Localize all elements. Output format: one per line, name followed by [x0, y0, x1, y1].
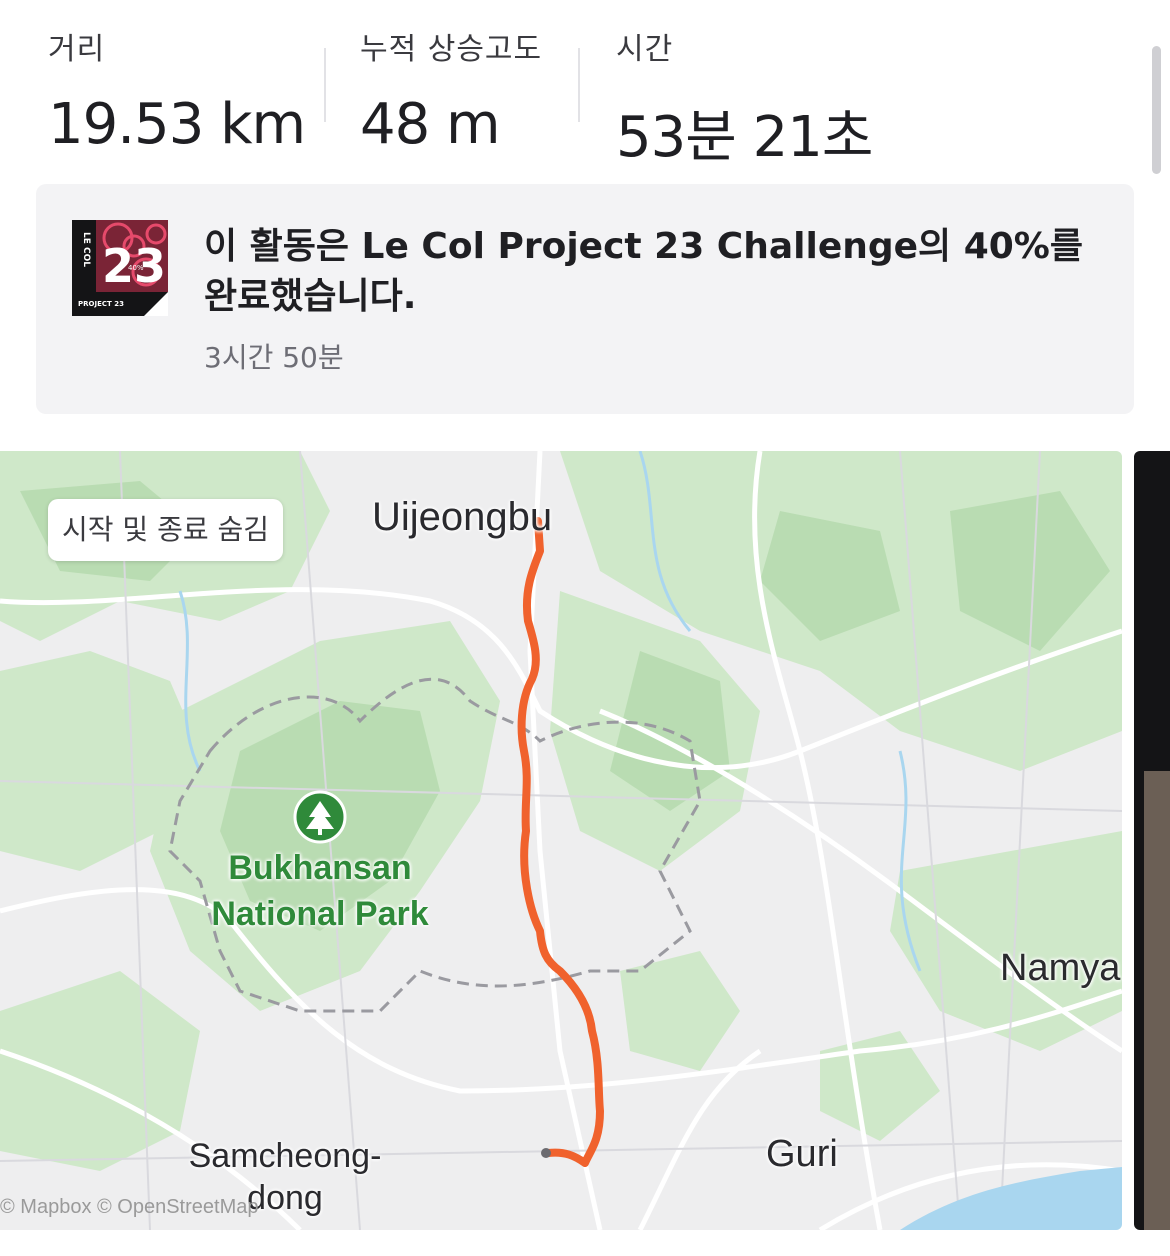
hide-start-end-button[interactable]: 시작 및 종료 숨김 [48, 499, 284, 561]
time-value: 53분 21초 [616, 105, 873, 170]
badge-percent: 40% [128, 264, 144, 272]
elevation-label: 누적 상승고도 [360, 32, 543, 67]
time-label: 시간 [616, 32, 674, 67]
map-label-guri: Guri [766, 1133, 838, 1175]
challenge-time-ago: 3시간 50분 [204, 341, 344, 374]
distance-value: 19.53 km [48, 92, 306, 157]
badge-caption: PROJECT 23 [78, 300, 124, 308]
map-label-uijeongbu: Uijeongbu [372, 495, 553, 539]
activity-stats: 거리 19.53 km 누적 상승고도 48 m 시간 53분 21초 [0, 0, 1170, 174]
stat-divider [578, 48, 580, 122]
photo-preview [1144, 771, 1170, 1230]
time-stat: 시간 53분 21초 [616, 24, 873, 173]
map-label-park: Bukhansan National Park [211, 849, 429, 933]
challenge-title: 이 활동은 Le Col Project 23 Challenge의 40%를 … [204, 226, 1083, 317]
distance-stat: 거리 19.53 km [48, 24, 306, 157]
stat-divider [324, 48, 326, 122]
scrollbar[interactable] [1152, 46, 1161, 174]
next-photo-thumbnail[interactable] [1134, 451, 1170, 1230]
elevation-value: 48 m [360, 92, 501, 157]
badge-brand: LE COL [81, 232, 91, 267]
elevation-stat: 누적 상승고도 48 m [360, 24, 542, 157]
map-canvas [0, 451, 1122, 1230]
map-attribution[interactable]: © Mapbox © OpenStreetMap [0, 1196, 259, 1219]
map-label-namyang: Namya [1000, 947, 1121, 989]
route-map[interactable]: 시작 및 종료 숨김 Uijeongbu Bukhansan National … [0, 451, 1122, 1230]
distance-label: 거리 [48, 32, 106, 67]
challenge-badge-icon: 23 40% LE COL PROJECT 23 [72, 220, 168, 316]
challenge-card[interactable]: 23 40% LE COL PROJECT 23 이 활동은 Le Col Pr… [36, 184, 1134, 414]
